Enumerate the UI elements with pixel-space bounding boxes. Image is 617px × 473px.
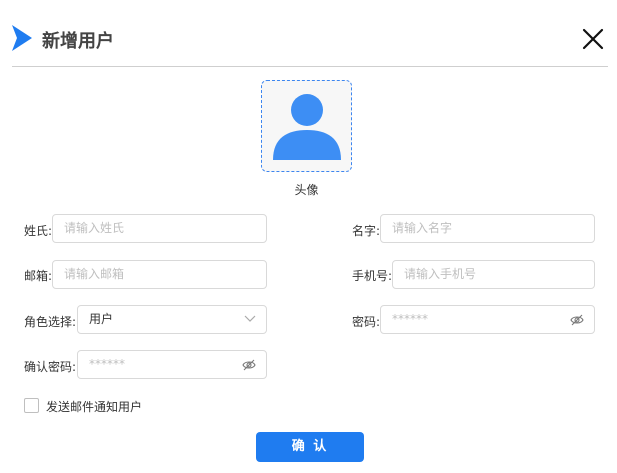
password-label: 密码:: [352, 315, 381, 329]
first-name-label: 名字:: [352, 224, 381, 238]
email-label: 邮箱:: [24, 269, 53, 283]
avatar-label: 头像: [294, 183, 319, 197]
close-icon[interactable]: [580, 26, 606, 52]
user-silhouette-icon: [273, 94, 341, 160]
last-name-input[interactable]: 请输入姓氏: [52, 214, 267, 243]
notify-checkbox[interactable]: [24, 398, 39, 413]
password-input[interactable]: ******: [380, 305, 595, 334]
role-select-value: 用户: [89, 312, 114, 326]
play-chevron-icon: [12, 25, 32, 51]
role-label: 角色选择:: [24, 315, 77, 329]
notify-checkbox-label[interactable]: 发送邮件通知用户: [46, 398, 142, 415]
role-select[interactable]: 用户: [77, 305, 267, 334]
password-placeholder: ******: [392, 312, 428, 326]
last-name-label: 姓氏:: [24, 224, 53, 238]
first-name-input[interactable]: 请输入名字: [380, 214, 595, 243]
confirm-button[interactable]: 确 认: [256, 432, 364, 462]
dialog-title: 新增用户: [42, 31, 114, 52]
confirm-password-input[interactable]: ******: [77, 350, 267, 379]
phone-input[interactable]: 请输入手机号: [392, 260, 595, 289]
eye-off-icon[interactable]: [242, 358, 256, 372]
avatar-upload[interactable]: [261, 80, 352, 172]
phone-label: 手机号:: [352, 269, 393, 283]
eye-off-icon[interactable]: [570, 313, 584, 327]
confirm-password-placeholder: ******: [89, 357, 125, 371]
header-divider: [12, 66, 608, 67]
email-input[interactable]: 请输入邮箱: [52, 260, 267, 289]
chevron-down-icon: [244, 315, 256, 322]
dialog-header: 新增用户: [0, 0, 617, 67]
confirm-password-label: 确认密码:: [24, 360, 77, 374]
